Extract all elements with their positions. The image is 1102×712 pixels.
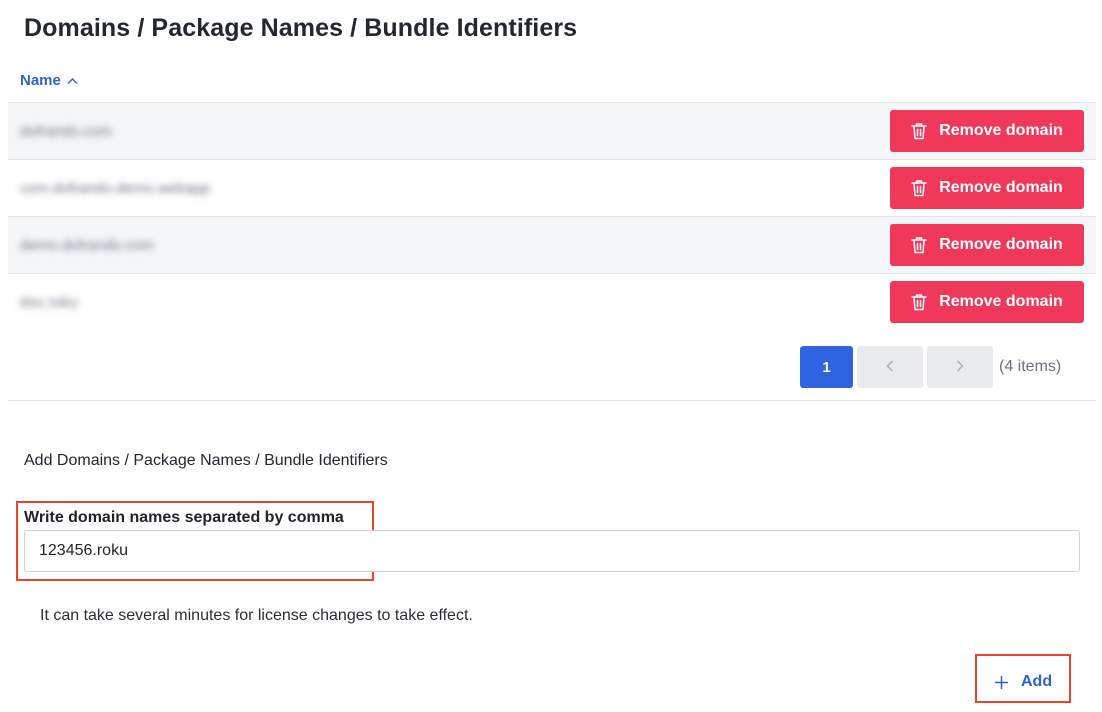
domain-name: demo.dofrando.com (20, 236, 154, 254)
chevron-right-icon (956, 359, 964, 376)
remove-domain-button[interactable]: Remove domain (890, 167, 1084, 209)
add-button-label: Add (1021, 673, 1053, 690)
domain-names-input[interactable] (24, 530, 1080, 572)
next-page-button[interactable] (927, 346, 993, 388)
page: Domains / Package Names / Bundle Identif… (0, 0, 1102, 712)
page-title: Domains / Package Names / Bundle Identif… (24, 14, 578, 42)
column-header-label: Name (20, 72, 61, 89)
domains-table: dofrando.com Remove domain com.dofrando.… (8, 102, 1096, 330)
add-button[interactable]: Add (984, 662, 1062, 702)
section-divider (8, 400, 1096, 401)
remove-domain-label: Remove domain (939, 236, 1063, 253)
sort-ascending-icon (67, 77, 78, 85)
remove-domain-button[interactable]: Remove domain (890, 224, 1084, 266)
previous-page-button[interactable] (857, 346, 923, 388)
plus-icon (994, 675, 1009, 690)
add-domains-heading: Add Domains / Package Names / Bundle Ide… (24, 452, 388, 469)
page-button-current[interactable]: 1 (800, 346, 853, 388)
table-row: com.dofrando.demo.webapp Remove domain (8, 159, 1096, 216)
remove-domain-label: Remove domain (939, 122, 1063, 139)
domain-field-label: Write domain names separated by comma (24, 509, 344, 526)
remove-domain-label: Remove domain (939, 293, 1063, 310)
table-row: doc.roku Remove domain (8, 273, 1096, 330)
pagination: 1 (4 items) (800, 346, 1061, 388)
trash-icon (911, 236, 927, 254)
name-column-header[interactable]: Name (20, 72, 78, 89)
domain-name: com.dofrando.demo.webapp (20, 179, 211, 197)
domain-name: dofrando.com (20, 122, 112, 140)
table-row: demo.dofrando.com Remove domain (8, 216, 1096, 273)
remove-domain-button[interactable]: Remove domain (890, 281, 1084, 323)
table-row: dofrando.com Remove domain (8, 102, 1096, 159)
trash-icon (911, 293, 927, 311)
remove-domain-label: Remove domain (939, 179, 1063, 196)
trash-icon (911, 179, 927, 197)
trash-icon (911, 122, 927, 140)
remove-domain-button[interactable]: Remove domain (890, 110, 1084, 152)
pagination-item-count: (4 items) (999, 358, 1062, 375)
license-help-text: It can take several minutes for license … (40, 607, 473, 624)
domain-name: doc.roku (20, 293, 78, 311)
chevron-left-icon (886, 359, 894, 376)
